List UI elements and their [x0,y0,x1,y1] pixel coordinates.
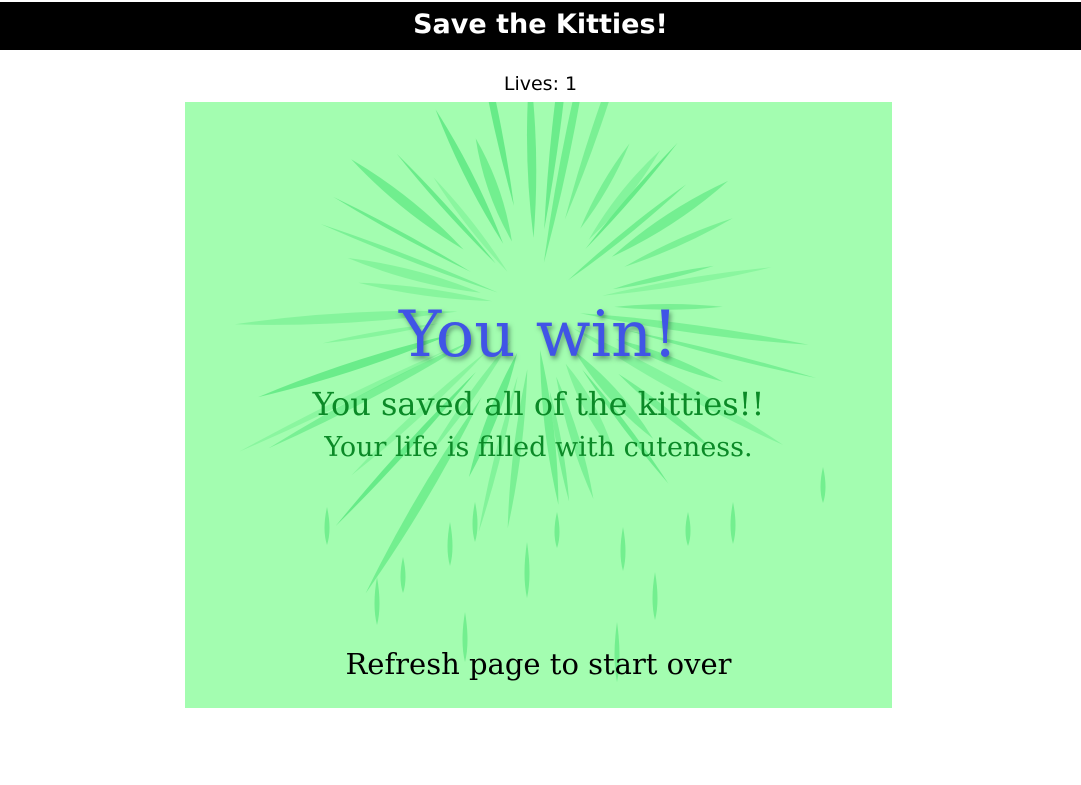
firework-drop [820,467,826,503]
win-title: You win! [399,298,678,372]
game-title: Save the Kitties! [0,2,1081,50]
firework-drop [374,577,380,625]
refresh-hint: Refresh page to start over [345,647,732,681]
win-message: You saved all of the kitties!! [312,385,765,423]
firework-drop [400,557,406,593]
firework-streak [624,218,733,267]
firework-drop [652,572,658,620]
win-submessage: Your life is filled with cuteness. [324,432,753,463]
firework-drop [554,512,560,548]
firework-drop [472,502,478,542]
firework-drop [447,522,453,566]
firework-drop [730,502,736,544]
firework-streak [527,102,537,238]
lives-counter: Lives: 1 [503,73,578,95]
firework-drop [324,507,330,545]
firework-drop [620,527,626,571]
firework-drop [524,542,530,598]
firework-drop [685,512,691,546]
game-canvas[interactable]: You win! You saved all of the kitties!! … [185,102,892,708]
firework-streak [333,196,471,272]
